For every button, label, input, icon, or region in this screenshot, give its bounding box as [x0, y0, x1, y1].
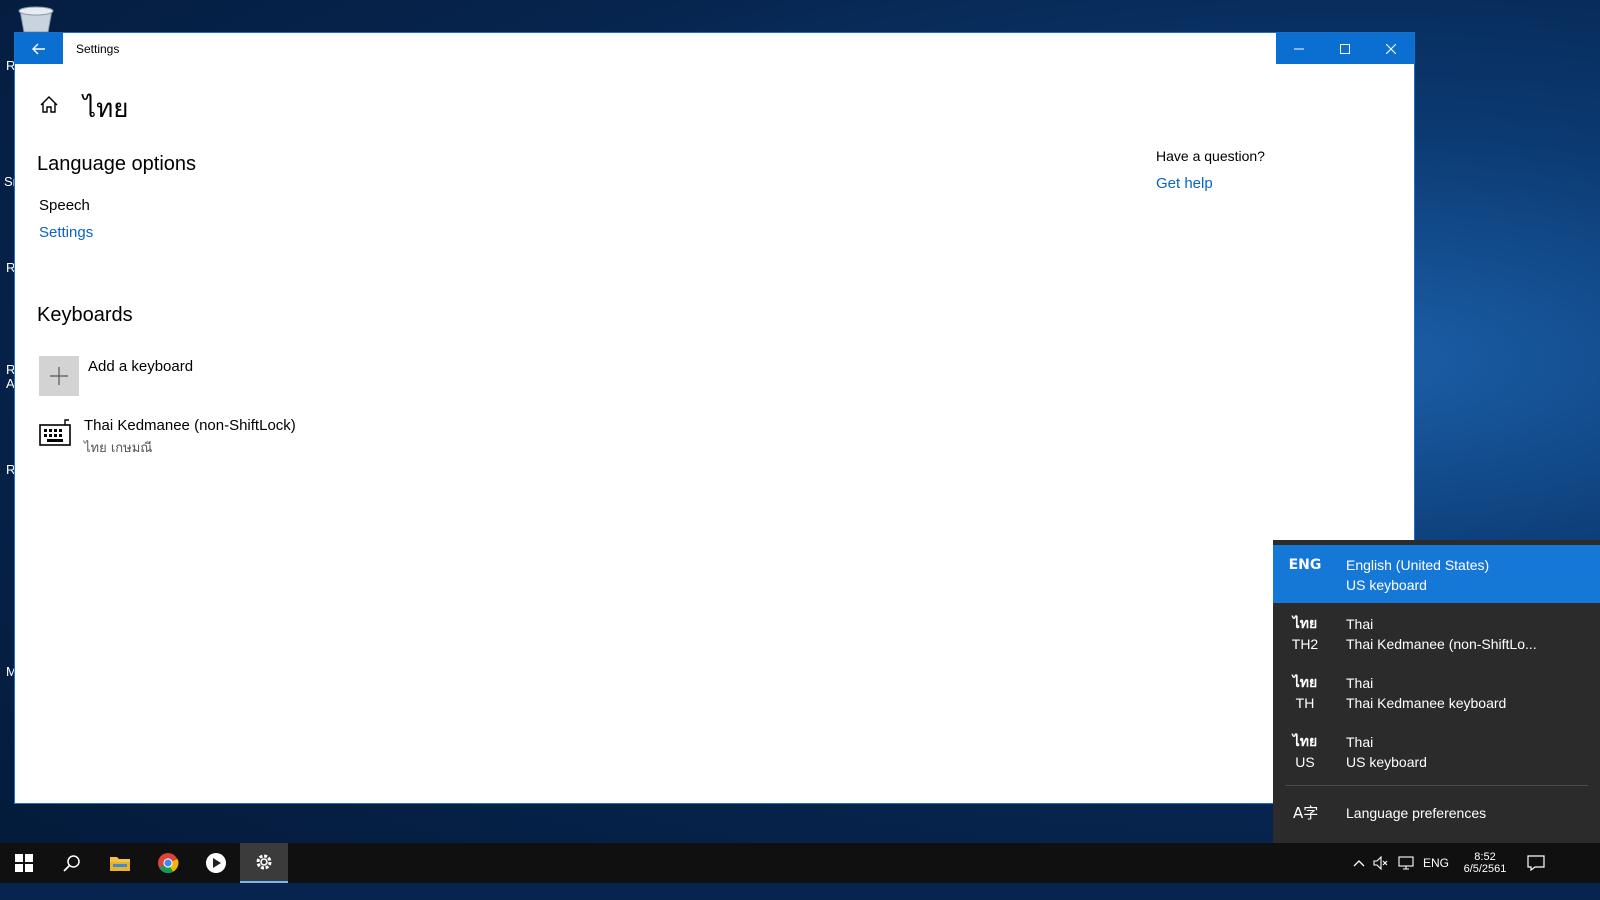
close-icon	[1386, 43, 1396, 54]
keyboards-heading: Keyboards	[37, 304, 133, 326]
settings-window: Settings ไทย Language options Speech Set…	[14, 32, 1415, 804]
notification-icon	[1527, 855, 1545, 871]
home-button[interactable]	[37, 93, 61, 117]
action-center-button[interactable]	[1516, 843, 1556, 883]
language-icon: A字	[1293, 804, 1319, 822]
close-button[interactable]	[1368, 33, 1414, 64]
language-options-heading: Language options	[37, 153, 197, 175]
keyboard-icon	[39, 419, 71, 446]
settings-taskbar-button[interactable]	[240, 843, 288, 883]
language-preferences-label: Language preferences	[1346, 805, 1487, 821]
language-code: ไทย US	[1292, 734, 1318, 770]
network-icon	[1398, 856, 1414, 870]
network-button[interactable]	[1394, 843, 1418, 883]
input-indicator-button[interactable]: ENG	[1420, 843, 1452, 883]
add-keyboard-label[interactable]: Add a keyboard	[88, 358, 193, 375]
start-button[interactable]	[0, 843, 48, 883]
show-hidden-icons-button[interactable]	[1348, 843, 1370, 883]
minimize-button[interactable]	[1276, 33, 1322, 64]
input-language-flyout: ENG English (United States) US keyboard …	[1273, 540, 1600, 843]
chrome-button[interactable]	[144, 843, 192, 883]
language-description: Thai Thai Kedmanee (non-ShiftLo...	[1346, 616, 1537, 652]
recycle-bin-icon[interactable]	[16, 6, 56, 34]
media-player-icon	[206, 853, 226, 873]
maximize-button[interactable]	[1322, 33, 1368, 64]
maximize-icon	[1340, 43, 1350, 54]
language-code: ไทย TH	[1292, 675, 1318, 711]
plus-icon	[50, 367, 68, 385]
taskbar: ENG 8:52 6/5/2561	[0, 843, 1600, 883]
back-button[interactable]	[15, 33, 63, 64]
page-title: ไทย	[83, 94, 129, 124]
windows-start-icon	[15, 854, 33, 872]
help-question: Have a question?	[1156, 148, 1265, 164]
keyboard-item-icon	[39, 419, 73, 447]
language-option-thai-th2[interactable]: ไทย TH2 Thai Thai Kedmanee (non-ShiftLo.…	[1273, 604, 1600, 662]
language-description: English (United States) US keyboard	[1346, 557, 1490, 593]
speech-settings-link[interactable]: Settings	[39, 224, 93, 241]
back-arrow-icon	[32, 43, 45, 54]
clock-time: 8:52	[1474, 851, 1496, 863]
language-option-eng-us[interactable]: ENG English (United States) US keyboard	[1273, 545, 1600, 603]
volume-muted-icon	[1373, 856, 1388, 870]
clock-date: 6/5/2561	[1463, 863, 1507, 875]
keyboard-item-subtitle: ไทย เกษมณี	[84, 441, 153, 456]
file-explorer-button[interactable]	[96, 843, 144, 883]
window-controls	[1276, 33, 1414, 64]
language-description: Thai US keyboard	[1346, 734, 1427, 770]
language-option-thai-us[interactable]: ไทย US Thai US keyboard	[1273, 722, 1600, 780]
volume-button[interactable]	[1370, 843, 1392, 883]
language-preferences-link[interactable]: A字 Language preferences	[1273, 792, 1600, 840]
media-player-button[interactable]	[192, 843, 240, 883]
language-code: ENG	[1288, 557, 1322, 573]
title-bar[interactable]: Settings	[15, 33, 1414, 64]
search-icon	[63, 855, 80, 872]
file-explorer-icon	[110, 857, 130, 871]
speech-label: Speech	[39, 197, 90, 214]
language-description: Thai Thai Kedmanee keyboard	[1346, 675, 1507, 711]
chrome-icon	[158, 853, 179, 874]
clock-button[interactable]: 8:52 6/5/2561	[1455, 843, 1515, 883]
add-keyboard-button[interactable]	[39, 356, 79, 396]
search-button[interactable]	[48, 843, 96, 883]
input-indicator-label: ENG	[1422, 856, 1449, 870]
flyout-divider	[1285, 785, 1588, 786]
desktop-strip	[0, 883, 1600, 900]
get-help-link[interactable]: Get help	[1156, 175, 1213, 192]
language-code: ไทย TH2	[1291, 616, 1319, 652]
home-icon	[40, 96, 58, 113]
chevron-up-icon	[1353, 860, 1365, 867]
window-title: Settings	[76, 42, 120, 56]
minimize-icon	[1294, 48, 1304, 49]
language-option-thai-th[interactable]: ไทย TH Thai Thai Kedmanee keyboard	[1273, 663, 1600, 721]
keyboard-item-name[interactable]: Thai Kedmanee (non-ShiftLock)	[84, 417, 296, 434]
settings-gear-icon	[256, 854, 272, 870]
